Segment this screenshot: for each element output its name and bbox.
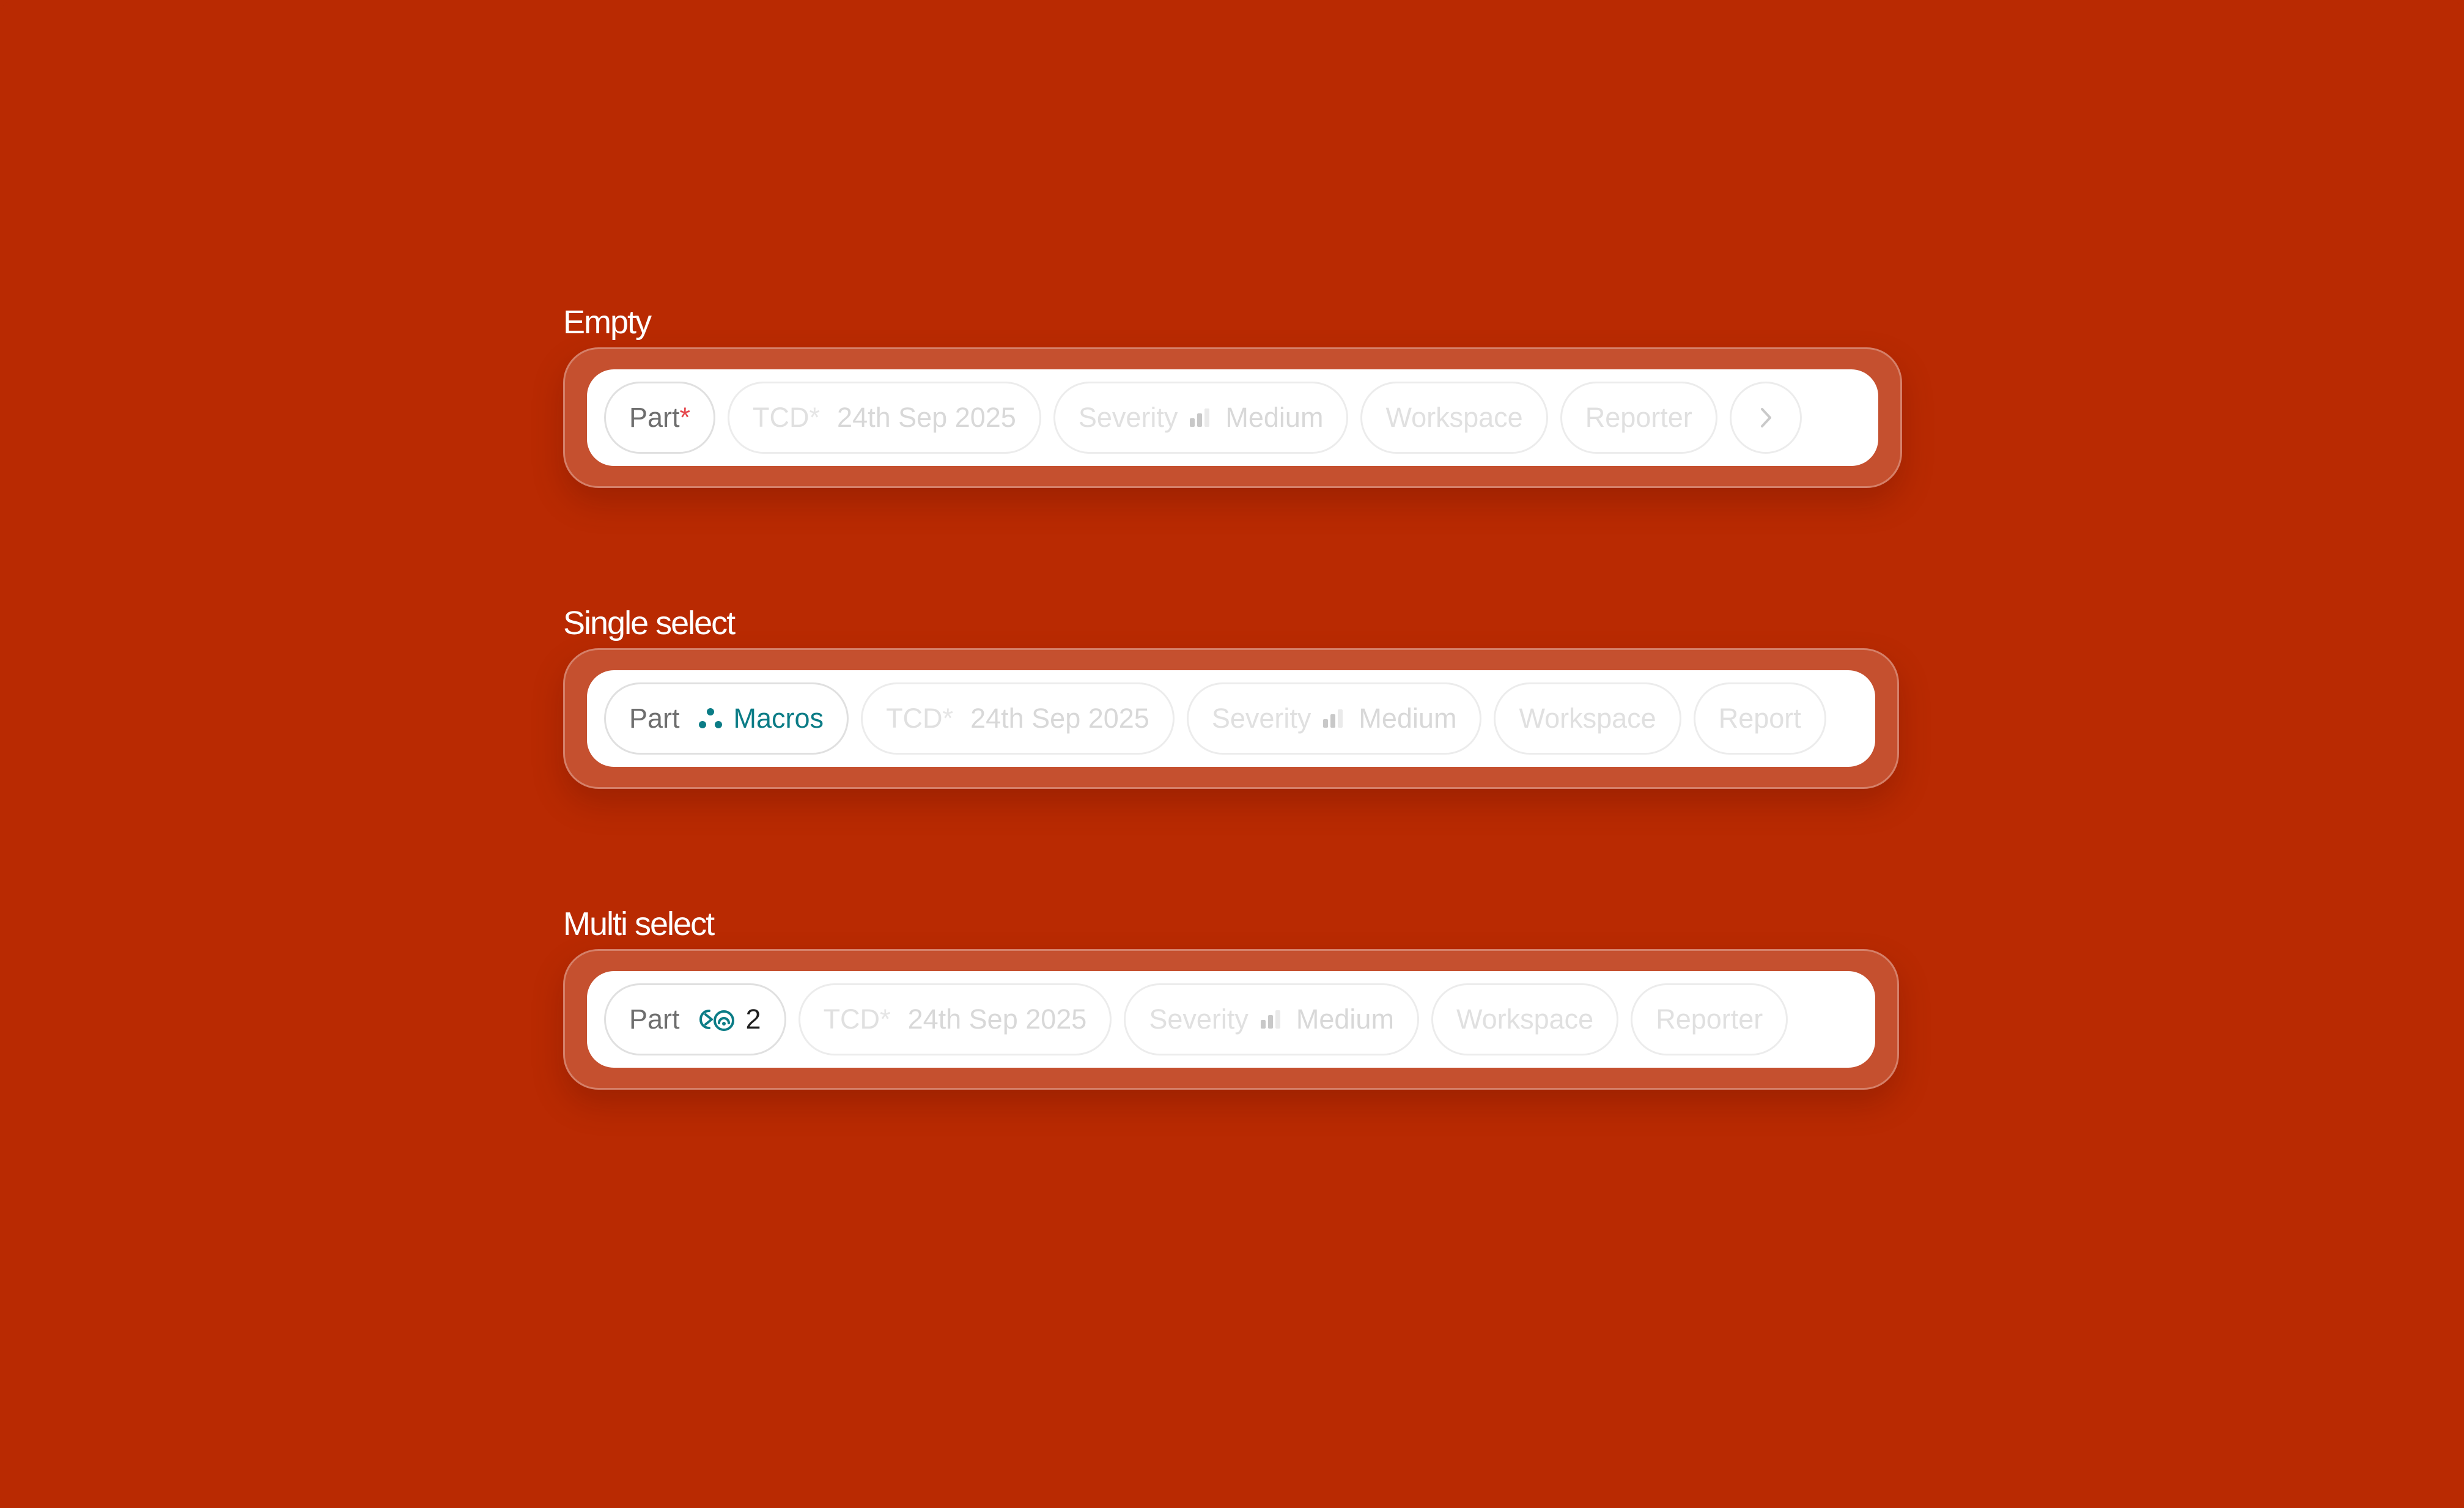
required-mark: * bbox=[679, 402, 691, 433]
field-bar-frame: Part 2 TCD * 24th Sep 2025 Severity Medi… bbox=[563, 949, 1899, 1090]
section-multi-select: Multi select Part 2 TCD * 24th Sep 2025 … bbox=[563, 903, 1899, 1090]
severity-chip[interactable]: Severity Medium bbox=[1053, 382, 1349, 454]
required-mark: * bbox=[809, 402, 821, 433]
part-value: Macros bbox=[733, 703, 824, 734]
workspace-label: Workspace bbox=[1385, 402, 1523, 433]
tcd-chip[interactable]: TCD * 24th Sep 2025 bbox=[861, 682, 1175, 755]
part-chip[interactable]: Part * bbox=[604, 382, 716, 454]
severity-value: Medium bbox=[1359, 703, 1457, 734]
tcd-chip[interactable]: TCD * 24th Sep 2025 bbox=[728, 382, 1041, 454]
severity-chip[interactable]: Severity Medium bbox=[1186, 682, 1482, 755]
part-label: Part bbox=[629, 703, 680, 734]
tcd-label: TCD bbox=[823, 1003, 880, 1035]
field-bar: Part * TCD * 24th Sep 2025 Severity Medium… bbox=[587, 369, 1878, 466]
field-bar: Part Macros TCD* 24th Sep 2025 Severity bbox=[587, 670, 1875, 767]
reporter-label: Reporter bbox=[1585, 402, 1692, 433]
workspace-chip[interactable]: Workspace bbox=[1494, 682, 1681, 755]
part-label: Part bbox=[629, 1003, 680, 1035]
required-mark: * bbox=[880, 1003, 891, 1035]
tcd-label: TCD bbox=[753, 402, 810, 433]
workspace-chip[interactable]: Workspace bbox=[1431, 983, 1619, 1055]
tcd-value: 24th Sep 2025 bbox=[907, 1003, 1087, 1035]
part-label: Part bbox=[629, 402, 680, 433]
field-bar: Part 2 TCD * 24th Sep 2025 Severity Medi… bbox=[587, 971, 1875, 1068]
reporter-chip[interactable]: Report bbox=[1693, 682, 1826, 755]
more-fields-button[interactable] bbox=[1729, 382, 1802, 454]
part-chip[interactable]: Part 2 bbox=[604, 983, 786, 1055]
reporter-label: Report bbox=[1718, 703, 1801, 734]
severity-value: Medium bbox=[1225, 402, 1324, 433]
section-title: Single select bbox=[563, 605, 736, 641]
reporter-chip[interactable]: Reporter bbox=[1631, 983, 1788, 1055]
section-single-select: Single select Part Macros TCD * 24th Sep … bbox=[563, 602, 1899, 789]
severity-bars-icon bbox=[1190, 408, 1212, 427]
workspace-chip[interactable]: Workspace bbox=[1360, 382, 1548, 454]
severity-value: Medium bbox=[1296, 1003, 1394, 1035]
canvas: Empty Part * TCD * 24th Sep 2025 Severity … bbox=[0, 0, 2464, 1508]
multi-part-icons bbox=[697, 1006, 737, 1033]
reporter-label: Reporter bbox=[1656, 1003, 1763, 1035]
severity-bars-icon bbox=[1260, 1010, 1283, 1029]
tcd-chip[interactable]: TCD * 24th Sep 2025 bbox=[798, 983, 1112, 1055]
tcd-value: 24th Sep 2025 bbox=[970, 703, 1149, 734]
part-count: 2 bbox=[745, 1003, 761, 1035]
field-bar-frame: Part * TCD * 24th Sep 2025 Severity Medium… bbox=[563, 347, 1902, 488]
section-title: Multi select bbox=[563, 906, 715, 942]
reporter-chip[interactable]: Reporter bbox=[1560, 382, 1717, 454]
tcd-value: 24th Sep 2025 bbox=[837, 402, 1016, 433]
chevron-right-icon bbox=[1757, 405, 1775, 430]
workspace-label: Workspace bbox=[1456, 1003, 1594, 1035]
section-title: Empty bbox=[563, 304, 652, 341]
severity-chip[interactable]: Severity Medium bbox=[1124, 983, 1419, 1055]
severity-label: Severity bbox=[1149, 1003, 1249, 1035]
required-mark: * bbox=[942, 703, 954, 734]
severity-label: Severity bbox=[1078, 402, 1178, 433]
section-empty: Empty Part * TCD * 24th Sep 2025 Severity … bbox=[563, 301, 1902, 488]
severity-bars-icon bbox=[1323, 709, 1345, 728]
part-chip[interactable]: Part Macros bbox=[604, 682, 849, 755]
field-bar-frame: Part Macros TCD* 24th Sep 2025 Severity bbox=[563, 648, 1899, 789]
macros-dots-icon bbox=[697, 706, 724, 731]
tcd-label: TCD bbox=[886, 703, 943, 734]
severity-label: Severity bbox=[1211, 703, 1311, 734]
workspace-label: Workspace bbox=[1519, 703, 1656, 734]
